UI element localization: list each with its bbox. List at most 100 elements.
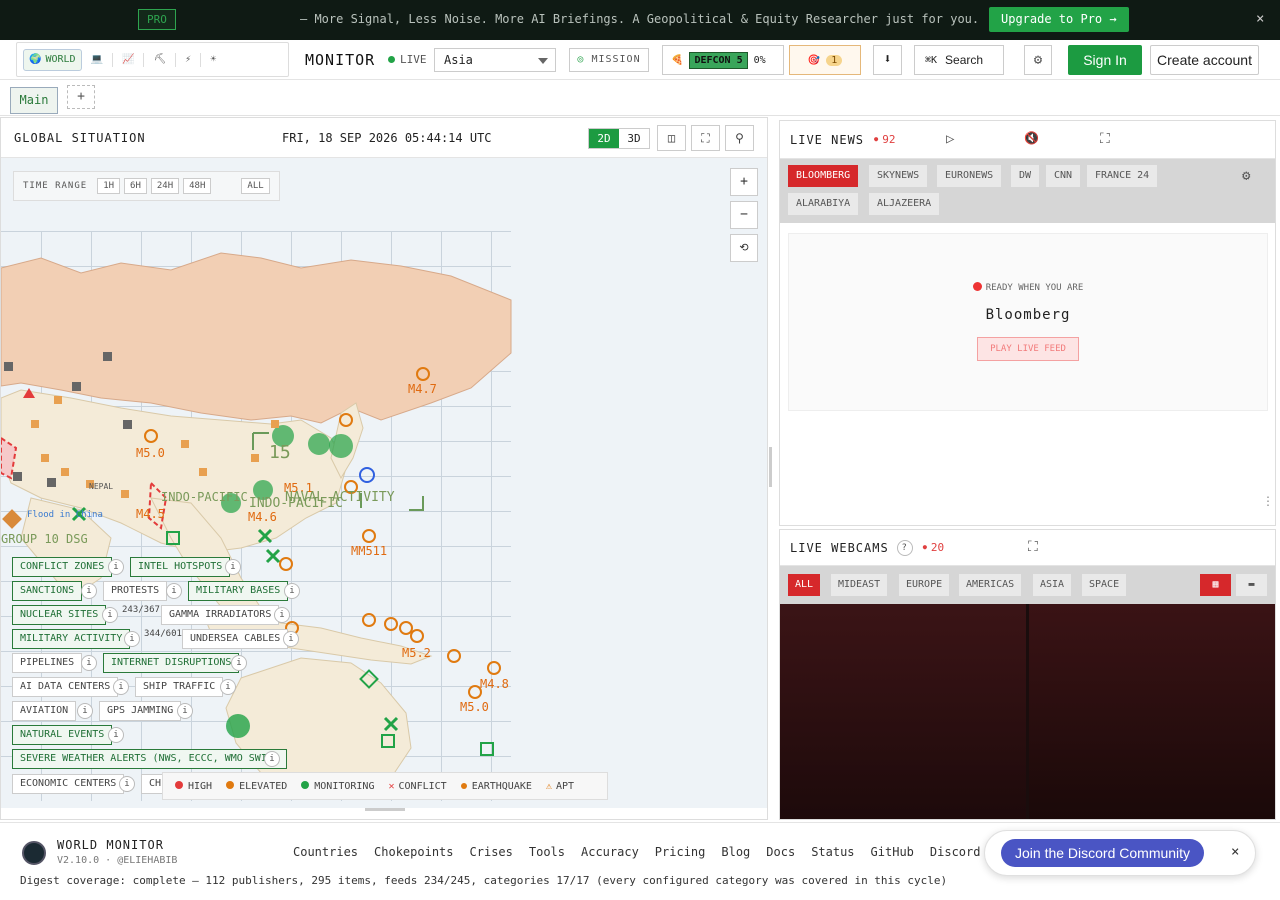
info-icon[interactable]: i — [102, 607, 118, 623]
join-discord-button[interactable]: Join the Discord Community — [1001, 839, 1205, 867]
banner-close-icon[interactable]: × — [1256, 11, 1264, 27]
footer-link-pricing[interactable]: Pricing — [655, 845, 706, 859]
grid-view-icon[interactable]: ▦ — [1200, 574, 1231, 596]
footer-link-accuracy[interactable]: Accuracy — [581, 845, 639, 859]
time-range-24h[interactable]: 24H — [150, 178, 180, 194]
upgrade-button[interactable]: Upgrade to Pro → — [989, 7, 1129, 32]
defcon-indicator[interactable]: 🍕 DEFCON 5 0% — [662, 45, 784, 75]
settings-button[interactable]: ⚙ — [1024, 45, 1052, 75]
zoom-out-button[interactable]: − — [730, 201, 758, 229]
layer-nuclear-sites[interactable]: NUCLEAR SITES — [12, 605, 107, 625]
mode-3d-button[interactable]: 3D — [619, 129, 649, 148]
channel-cnn[interactable]: CNN — [1046, 165, 1081, 187]
webcam-tab-mideast[interactable]: MIDEAST — [831, 574, 888, 596]
footer-link-chokepoints[interactable]: Chokepoints — [374, 845, 453, 859]
mode-2d-button[interactable]: 2D — [589, 129, 619, 148]
info-icon[interactable]: i — [108, 727, 124, 743]
layer-aviation[interactable]: AVIATION — [12, 701, 77, 721]
info-icon[interactable]: i — [231, 655, 247, 671]
layer-military-bases[interactable]: MILITARY BASES — [188, 581, 289, 601]
layout-button[interactable]: ◫ — [657, 125, 686, 151]
layer-conflict-zones[interactable]: CONFLICT ZONES — [12, 557, 113, 577]
webcam-tab-all[interactable]: ALL — [788, 574, 821, 596]
alerts-button[interactable]: 🎯 1 — [789, 45, 861, 75]
webcam-tab-space[interactable]: SPACE — [1082, 574, 1127, 596]
zoom-in-button[interactable]: + — [730, 168, 758, 196]
channel-france24[interactable]: FRANCE 24 — [1087, 165, 1158, 187]
layer-gps-jamming[interactable]: GPS JAMMING — [99, 701, 182, 721]
info-icon[interactable]: i — [119, 776, 135, 792]
channel-alarabiya[interactable]: ALARABIYA — [788, 193, 859, 215]
pin-button[interactable]: ⚲ — [725, 125, 754, 151]
search-button[interactable]: ⌘K Search — [914, 45, 1004, 75]
variant-world[interactable]: 🌍 WORLD — [23, 48, 82, 71]
reset-view-button[interactable]: ⟲ — [730, 234, 758, 262]
layer-protests[interactable]: PROTESTS — [103, 581, 168, 601]
layer-gamma-irradiators[interactable]: GAMMA IRRADIATORS — [161, 605, 280, 625]
webcam-feed[interactable] — [780, 604, 1026, 819]
fullscreen-button[interactable]: ⛶ — [691, 125, 720, 151]
footer-link-docs[interactable]: Docs — [766, 845, 795, 859]
create-account-button[interactable]: Create account — [1150, 45, 1259, 75]
mute-icon[interactable]: 🔇 — [1024, 131, 1039, 145]
info-icon[interactable]: i — [113, 679, 129, 695]
variant-energy[interactable]: ⚡ — [180, 49, 196, 71]
webcam-tab-asia[interactable]: ASIA — [1033, 574, 1072, 596]
close-icon[interactable]: × — [1231, 844, 1239, 860]
footer-link-crises[interactable]: Crises — [470, 845, 513, 859]
layer-intel-hotspots[interactable]: INTEL HOTSPOTS — [130, 557, 231, 577]
time-range-1h[interactable]: 1H — [97, 178, 121, 194]
webcam-feed[interactable] — [1029, 604, 1275, 819]
info-icon[interactable]: i — [81, 655, 97, 671]
info-icon[interactable]: i — [274, 607, 290, 623]
gear-icon[interactable]: ⚙ — [1242, 168, 1250, 184]
panel-resize-handle[interactable] — [769, 447, 772, 487]
info-icon[interactable]: i — [283, 631, 299, 647]
mission-button[interactable]: ◎ MISSION — [569, 48, 649, 72]
expand-icon[interactable]: ⛶ — [1028, 539, 1038, 555]
play-icon[interactable]: ▷ — [946, 131, 954, 147]
webcam-tab-americas[interactable]: AMERICAS — [959, 574, 1022, 596]
layer-ship-traffic[interactable]: SHIP TRAFFIC — [135, 677, 224, 697]
layer-ai-data-centers[interactable]: AI DATA CENTERS — [12, 677, 119, 697]
time-range-all[interactable]: ALL — [241, 178, 270, 194]
footer-link-github[interactable]: GitHub — [871, 845, 914, 859]
layer-pipelines[interactable]: PIPELINES — [12, 653, 83, 673]
footer-link-status[interactable]: Status — [811, 845, 854, 859]
info-icon[interactable]: i — [166, 583, 182, 599]
play-live-feed-button[interactable]: PLAY LIVE FEED — [977, 337, 1079, 361]
variant-finance[interactable]: 📈 — [117, 49, 139, 71]
map-canvas[interactable]: M4.7 M5.0 M4.5 M4.6 M5.1 MM511 M5.2 M4.8… — [1, 158, 767, 808]
layer-severe-weather[interactable]: SEVERE WEATHER ALERTS (NWS, ECCC, WMO SW… — [12, 749, 287, 769]
layer-internet-disruptions[interactable]: INTERNET DISRUPTIONS — [103, 653, 240, 673]
info-icon[interactable]: i — [81, 583, 97, 599]
layer-military-activity[interactable]: MILITARY ACTIVITY — [12, 629, 131, 649]
channel-aljazeera[interactable]: ALJAZEERA — [869, 193, 940, 215]
more-options-icon[interactable]: ⋮ — [1262, 494, 1274, 508]
info-icon[interactable]: i — [77, 703, 93, 719]
info-icon[interactable]: i — [264, 751, 280, 767]
channel-skynews[interactable]: SKYNEWS — [869, 165, 928, 187]
info-icon[interactable]: i — [284, 583, 300, 599]
help-icon[interactable]: ? — [896, 539, 913, 556]
info-icon[interactable]: i — [220, 679, 236, 695]
info-icon[interactable]: i — [124, 631, 140, 647]
add-tab-button[interactable]: + — [67, 85, 95, 109]
channel-bloomberg[interactable]: BLOOMBERG — [788, 165, 859, 187]
tab-main[interactable]: Main — [10, 87, 58, 114]
region-select[interactable]: Asia — [434, 48, 556, 72]
variant-happy[interactable]: ☀ — [205, 49, 221, 71]
time-range-48h[interactable]: 48H — [183, 178, 212, 194]
layer-sanctions[interactable]: SANCTIONS — [12, 581, 83, 601]
info-icon[interactable]: i — [225, 559, 241, 575]
layer-undersea-cables[interactable]: UNDERSEA CABLES — [182, 629, 289, 649]
footer-link-tools[interactable]: Tools — [529, 845, 565, 859]
download-button[interactable]: ⬇ — [873, 45, 902, 75]
single-view-icon[interactable]: ▬ — [1236, 574, 1267, 596]
info-icon[interactable]: i — [108, 559, 124, 575]
layer-economic-centers[interactable]: ECONOMIC CENTERS — [12, 774, 125, 794]
map-resize-handle[interactable] — [365, 808, 405, 811]
info-icon[interactable]: i — [177, 703, 193, 719]
channel-dw[interactable]: DW — [1011, 165, 1040, 187]
time-range-6h[interactable]: 6H — [124, 178, 147, 194]
